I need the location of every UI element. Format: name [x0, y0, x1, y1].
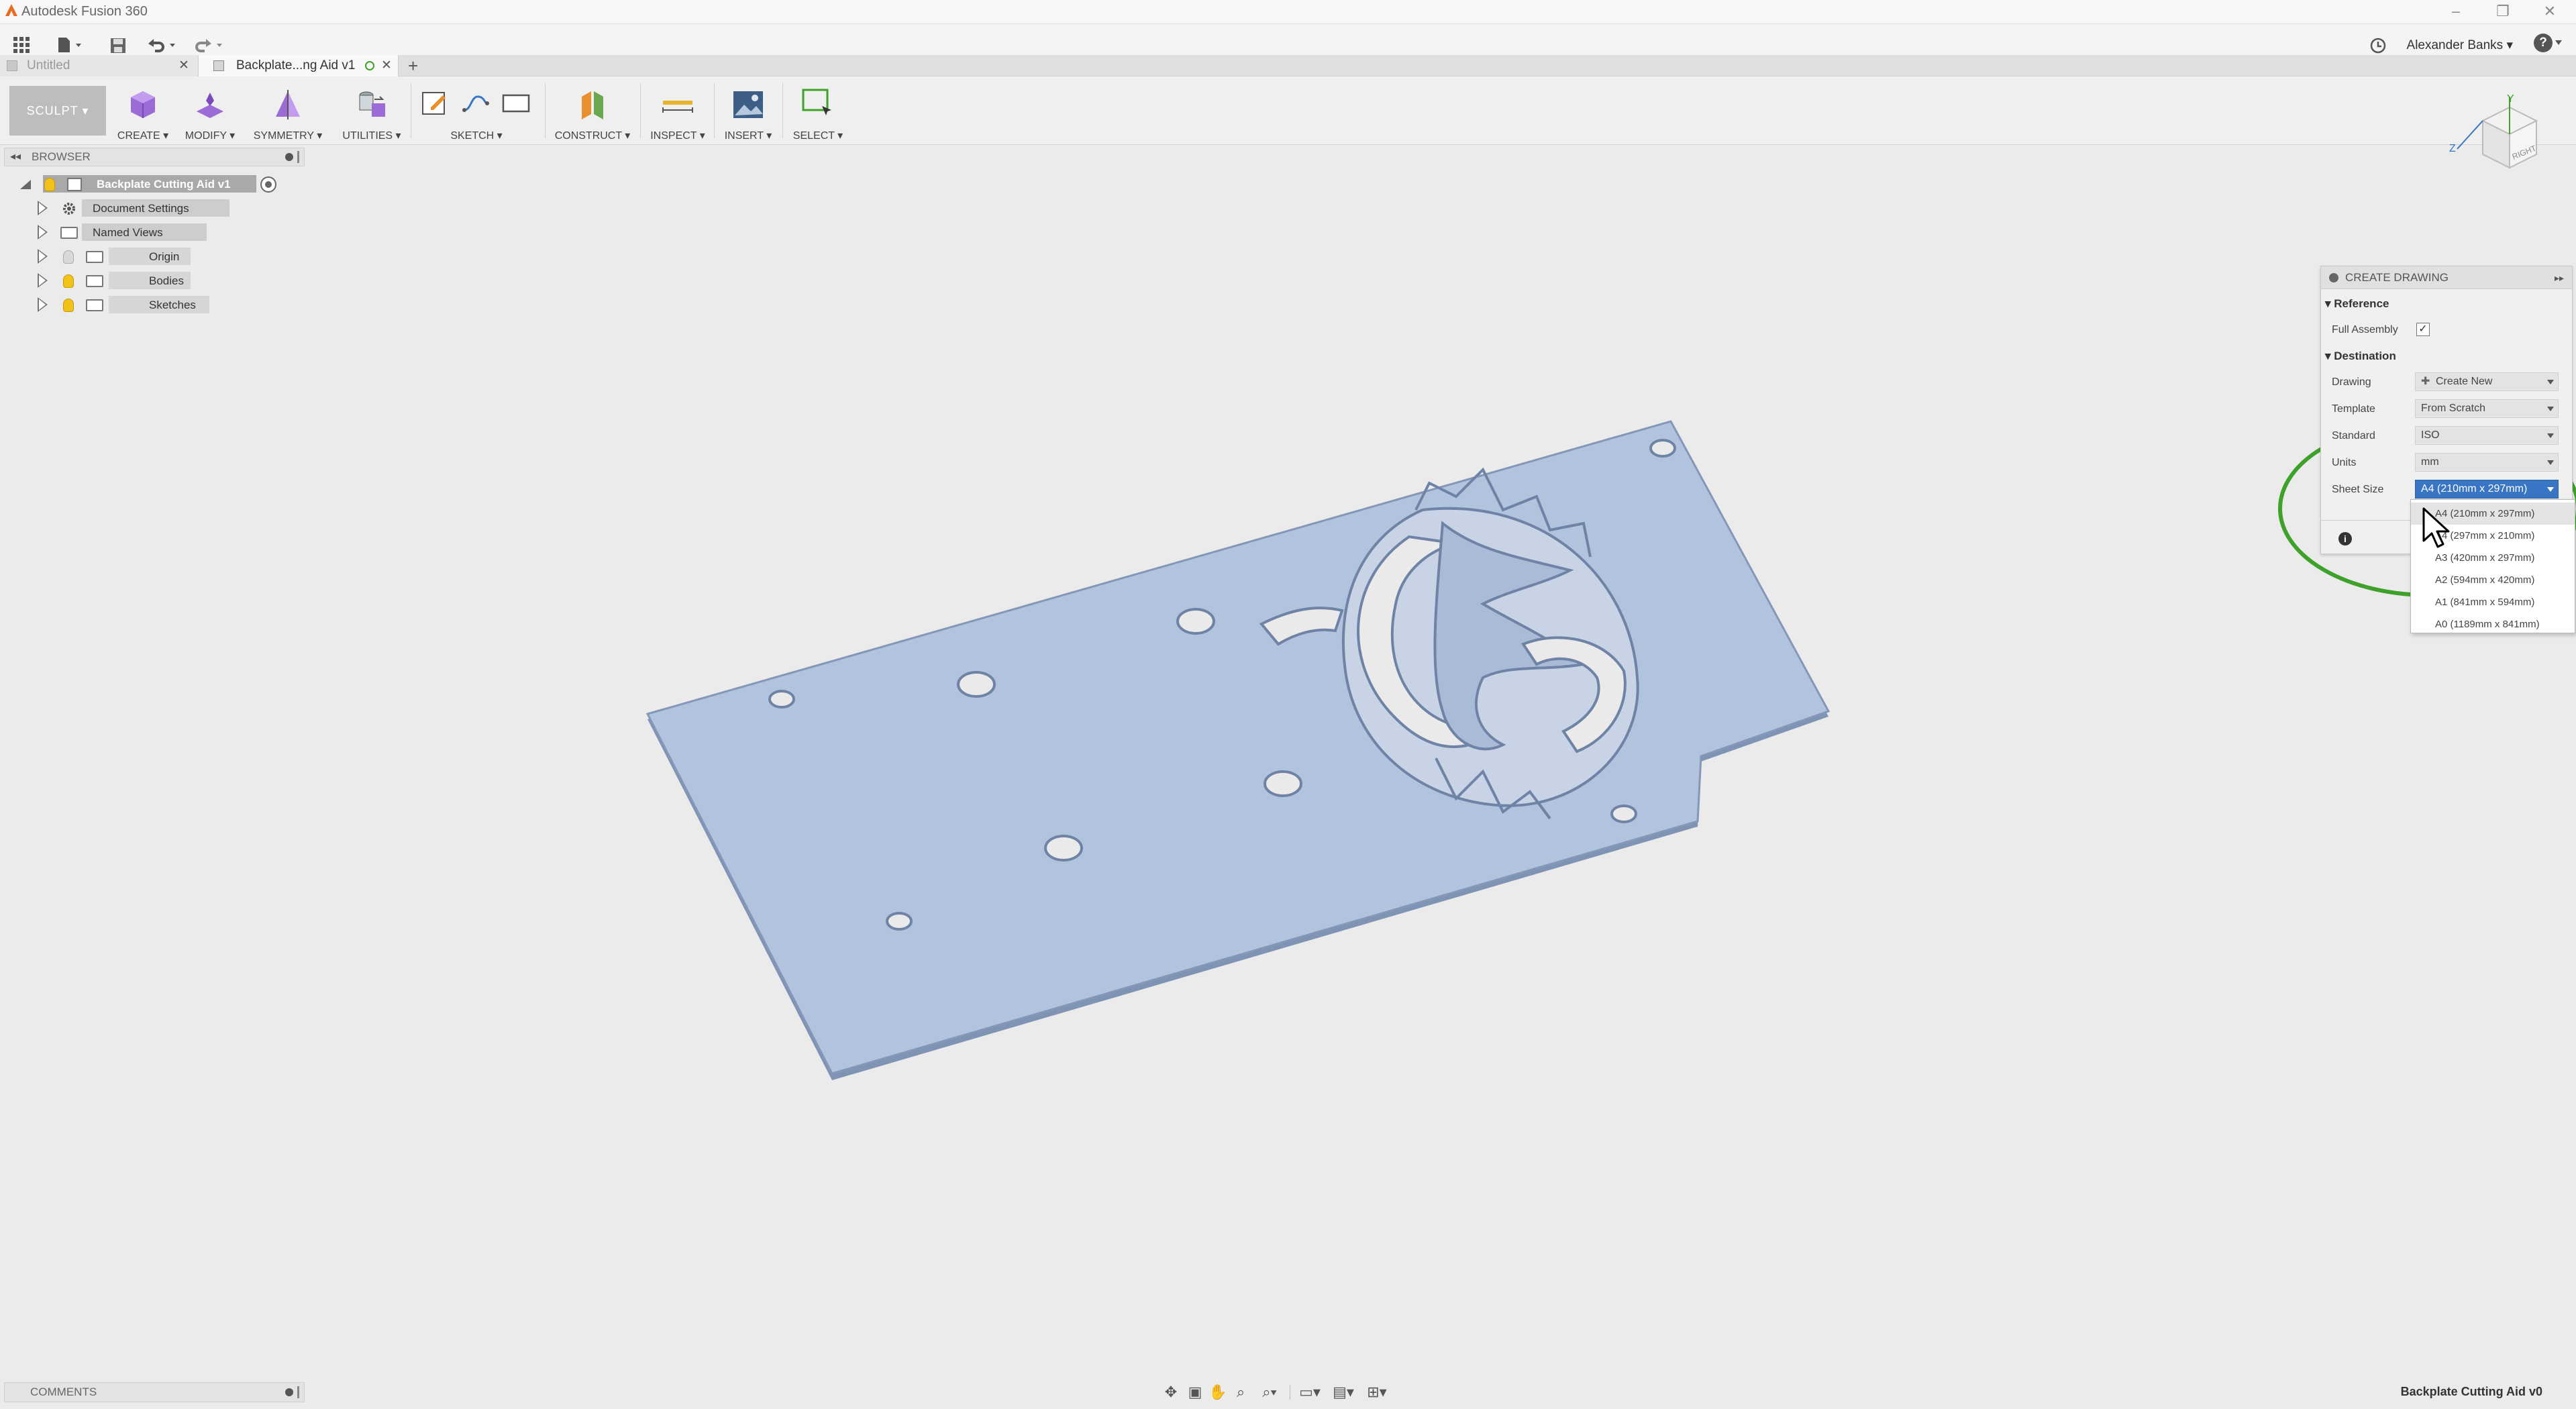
template-label: Template: [2332, 403, 2375, 415]
units-label: Units: [2332, 457, 2357, 468]
zoom-icon[interactable]: ⌕: [1231, 1384, 1251, 1401]
mouse-cursor-icon: [2422, 507, 2450, 548]
resize-grip-icon[interactable]: [297, 1386, 299, 1398]
sheet-size-dropdown[interactable]: A4 (210mm x 297mm): [2415, 480, 2559, 499]
y-axis-label: Y: [2507, 94, 2514, 105]
orbit-icon[interactable]: ✥: [1161, 1384, 1181, 1401]
display-settings-icon[interactable]: ▭▾: [1295, 1384, 1325, 1401]
viewports-icon[interactable]: ⊞▾: [1362, 1384, 1392, 1401]
view-cube[interactable]: RIGHT Y Z: [2442, 93, 2550, 195]
dialog-title: CREATE DRAWING: [2345, 271, 2449, 284]
navigation-bar: ✥ ▣ ✋ ⌕ ⌕▾ ▭▾ ▤▾ ⊞▾: [1161, 1381, 1414, 1404]
drawing-dropdown[interactable]: ✚ Create New: [2415, 372, 2559, 391]
pan-hand-icon[interactable]: ✋: [1208, 1384, 1228, 1401]
full-assembly-checkbox[interactable]: ✓: [2416, 323, 2430, 336]
option-a1[interactable]: A1 (841mm x 594mm): [2411, 591, 2575, 613]
reference-section[interactable]: ▾ Reference: [2325, 297, 2389, 311]
sheet-size-label: Sheet Size: [2332, 484, 2384, 495]
full-assembly-label: Full Assembly: [2332, 324, 2398, 335]
option-a3[interactable]: A3 (420mm x 297mm): [2411, 547, 2575, 569]
standard-label: Standard: [2332, 430, 2375, 441]
units-dropdown[interactable]: mm: [2415, 453, 2559, 472]
option-a0[interactable]: A0 (1189mm x 841mm): [2411, 613, 2575, 635]
backplate-model[interactable]: [646, 420, 1831, 1080]
graphics-canvas[interactable]: [0, 0, 2576, 1409]
template-dropdown[interactable]: From Scratch: [2415, 399, 2559, 418]
look-at-icon[interactable]: ▣: [1185, 1384, 1205, 1401]
info-icon[interactable]: i: [2338, 532, 2352, 545]
expand-dialog-icon[interactable]: ▸▸: [2555, 266, 2564, 289]
active-document-name: Backplate Cutting Aid v0: [2400, 1385, 2542, 1398]
drawing-label: Drawing: [2332, 376, 2371, 388]
comments-panel-header[interactable]: COMMENTS: [4, 1382, 305, 1402]
dialog-header[interactable]: CREATE DRAWING ▸▸: [2321, 266, 2572, 289]
reference-section-label: Reference: [2334, 297, 2389, 310]
standard-dropdown[interactable]: ISO: [2415, 426, 2559, 445]
z-axis-label: Z: [2449, 143, 2456, 154]
fit-zoom-icon[interactable]: ⌕▾: [1255, 1384, 1284, 1401]
destination-section-label: Destination: [2334, 350, 2396, 362]
create-new-plus-icon: ✚: [2421, 376, 2430, 387]
grid-settings-icon[interactable]: ▤▾: [1329, 1384, 1358, 1401]
option-a2[interactable]: A2 (594mm x 420mm): [2411, 569, 2575, 591]
destination-section[interactable]: ▾ Destination: [2325, 350, 2396, 363]
dialog-icon: [2329, 273, 2338, 282]
pin-icon[interactable]: [285, 1388, 293, 1396]
comments-label: COMMENTS: [30, 1386, 97, 1398]
